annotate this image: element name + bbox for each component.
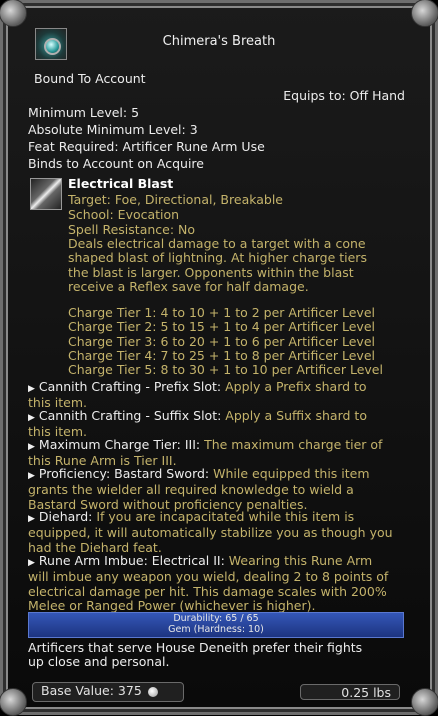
effect-label: Maximum Charge Tier: III: <box>38 437 201 452</box>
tier-line: Charge Tier 5: 8 to 30 + 1 to 10 per Art… <box>68 362 383 378</box>
effect-label: Cannith Crafting - Prefix Slot: <box>38 379 222 394</box>
min-level: Minimum Level: 5 <box>28 105 140 120</box>
bullet-arrow-icon: ▶ <box>28 471 35 481</box>
effect-text: Wearing this Rune Arm <box>224 553 373 568</box>
bound-label: Bound To Account <box>34 71 146 86</box>
abs-min-level: Absolute Minimum Level: 3 <box>28 122 198 137</box>
bullet-arrow-icon: ▶ <box>28 442 35 452</box>
durability-bar: Durability: 65 / 65 Gem (Hardness: 10) <box>28 612 404 638</box>
bullet-arrow-icon: ▶ <box>28 413 35 423</box>
tier-line: Charge Tier 3: 6 to 20 + 1 to 6 per Arti… <box>68 333 375 349</box>
effect-text: The maximum charge tier of <box>200 437 383 452</box>
flavor-line: up close and personal. <box>28 654 170 670</box>
desc-line: shaped blast of lightning. At higher cha… <box>68 250 367 266</box>
binds-label: Binds to Account on Acquire <box>28 156 204 171</box>
equips-label: Equips to: Off Hand <box>283 88 405 103</box>
effect-text: will imbue any weapon you wield, dealing… <box>28 569 389 585</box>
feat-required: Feat Required: Artificer Rune Arm Use <box>28 139 265 154</box>
corner-ornament <box>0 0 27 27</box>
spell-description: Deals electrical damage to a target with… <box>68 236 408 294</box>
effect-text: If you are incapacitated while this item… <box>92 509 355 524</box>
bullet-arrow-icon: ▶ <box>28 558 35 568</box>
effect-text: electrical damage per hit. This damage s… <box>28 583 387 599</box>
bullet-arrow-icon: ▶ <box>28 384 35 394</box>
base-value: Base Value: 375 <box>41 683 142 698</box>
weight-box: 0.25 lbs <box>300 684 400 700</box>
durability-text: Durability: 65 / 65 <box>173 613 259 624</box>
effect-item: ▶ Cannith Crafting - Suffix Slot: Apply a… <box>28 408 413 440</box>
spell-target: Target: Foe, Directional, Breakable <box>68 192 284 207</box>
effect-label: Diehard: <box>38 509 93 524</box>
desc-line: receive a Reflex save for half damage. <box>68 278 309 294</box>
flavor-text: Artificers that serve House Deneith pref… <box>28 640 413 670</box>
effect-text: Apply a Suffix shard to <box>221 408 367 423</box>
desc-line: the blast is larger. Opponents within th… <box>68 264 354 280</box>
tier-line: Charge Tier 4: 7 to 25 + 1 to 8 per Arti… <box>68 347 375 363</box>
effect-item: ▶ Diehard: If you are incapacitated while… <box>28 509 413 555</box>
spell-school: School: Evocation <box>68 207 180 222</box>
effect-item: ▶ Rune Arm Imbue: Electrical II: Wearing … <box>28 553 413 613</box>
spell-name: Electrical Blast <box>68 176 174 191</box>
effect-label: Rune Arm Imbue: Electrical II: <box>38 553 225 568</box>
coin-icon <box>147 686 158 697</box>
effect-item: ▶ Cannith Crafting - Prefix Slot: Apply a… <box>28 379 413 411</box>
desc-line: Deals electrical damage to a target with… <box>68 236 366 251</box>
effect-text: equipped, it will automatically stabiliz… <box>28 525 393 541</box>
effect-label: Proficiency: Bastard Sword: <box>38 466 210 481</box>
material-text: Gem (Hardness: 10) <box>168 624 264 635</box>
flavor-line: Artificers that serve House Deneith pref… <box>28 640 363 655</box>
effect-text: grants the wielder all required knowledg… <box>28 482 354 498</box>
bullet-arrow-icon: ▶ <box>28 514 35 524</box>
effect-text: While equipped this item <box>209 466 370 481</box>
lightning-icon <box>30 178 62 210</box>
base-value-box: Base Value: 375 <box>32 682 184 702</box>
tooltip-footer: Base Value: 375 0.25 lbs <box>0 676 438 708</box>
effect-text: Apply a Prefix shard to <box>221 379 367 394</box>
item-title: Chimera's Breath <box>162 34 276 49</box>
effect-item: ▶ Maximum Charge Tier: III: The maximum c… <box>28 437 413 469</box>
corner-ornament <box>411 0 438 27</box>
tier-line: Charge Tier 1: 4 to 10 + 1 to 2 per Arti… <box>68 305 375 320</box>
effect-item: ▶ Proficiency: Bastard Sword: While equip… <box>28 466 413 512</box>
charge-tiers: Charge Tier 1: 4 to 10 + 1 to 2 per Arti… <box>68 305 408 378</box>
spell-resistance: Spell Resistance: No <box>68 222 196 237</box>
effect-label: Cannith Crafting - Suffix Slot: <box>38 408 222 423</box>
weight-value: 0.25 lbs <box>341 685 391 700</box>
tier-line: Charge Tier 2: 5 to 15 + 1 to 4 per Arti… <box>68 319 375 335</box>
